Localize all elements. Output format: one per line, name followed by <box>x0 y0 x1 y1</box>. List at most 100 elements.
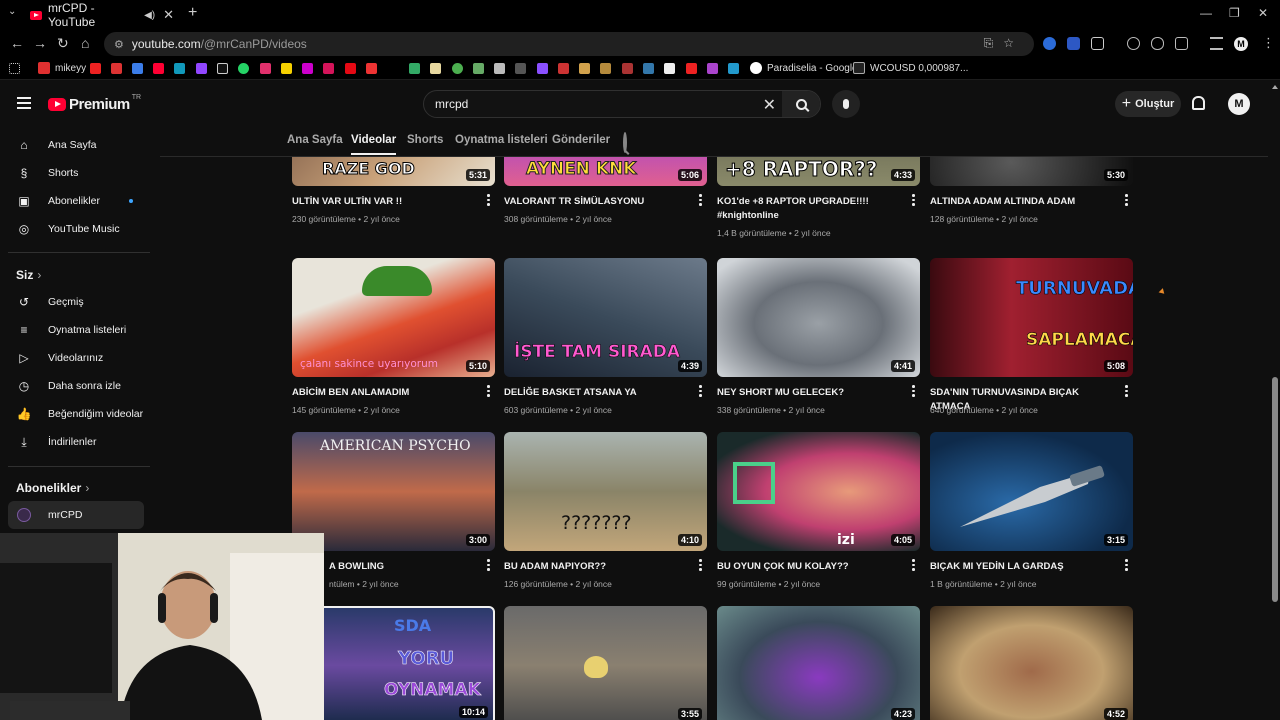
tab-videos[interactable]: Videolar <box>351 134 397 155</box>
bookmark-icon[interactable] <box>366 63 377 74</box>
bookmark-icon[interactable] <box>558 63 569 74</box>
search-button[interactable] <box>782 91 820 117</box>
video-thumbnail[interactable]: RAZE GOD 5:31 <box>292 157 495 186</box>
video-thumbnail[interactable]: AYNEN KNK 5:06 <box>504 157 707 186</box>
video-card[interactable]: izi 4:05 BU OYUN ÇOK MU KOLAY?? 99 görün… <box>717 432 920 589</box>
video-card[interactable]: AYNEN KNK 5:06 VALORANT TR SİMÜLASYONU 3… <box>504 157 707 224</box>
video-thumbnail[interactable]: İŞTE TAM SIRADA 4:39 <box>504 258 707 377</box>
reload-button[interactable]: ↻ <box>57 35 69 52</box>
browser-tab-youtube[interactable]: mrCPD - YouTube ◀) ✕ <box>22 1 182 29</box>
whatsapp-icon[interactable] <box>238 63 249 74</box>
bookmark-icon[interactable] <box>707 63 718 74</box>
forward-button[interactable]: → <box>33 35 47 51</box>
bookmark-icon[interactable] <box>90 63 101 74</box>
x-icon[interactable] <box>217 63 228 74</box>
netflix-icon[interactable] <box>345 63 356 74</box>
bookmark-mikeyy[interactable]: mikeyy <box>38 62 86 74</box>
media-controls-icon[interactable] <box>1210 37 1223 50</box>
video-card[interactable]: 3:15 BIÇAK MI YEDİN LA GARDAŞ 1 B görünt… <box>930 432 1133 589</box>
tab-playlists[interactable]: Oynatma listeleri <box>455 134 548 146</box>
bookmark-paradiselia[interactable]: Paradiselia - Google... <box>750 62 866 74</box>
video-title[interactable]: BU OYUN ÇOK MU KOLAY?? <box>717 560 902 574</box>
video-card[interactable]: 4:23 <box>717 606 920 720</box>
video-card[interactable]: 4:41 NEY SHORT MU GELECEK? 338 görüntüle… <box>717 258 920 415</box>
video-options-icon[interactable] <box>698 385 702 399</box>
video-card[interactable]: TURNUVADA SAPLAMACA 5:08 SDA'NIN TURNUVA… <box>930 258 1133 415</box>
extension-icon[interactable] <box>1067 37 1080 50</box>
bookmark-icon[interactable] <box>132 63 143 74</box>
video-title[interactable]: NEY SHORT MU GELECEK? <box>717 386 902 400</box>
bookmark-icon[interactable] <box>515 63 526 74</box>
apps-grid-icon[interactable] <box>9 63 20 74</box>
video-title[interactable]: ULTİN VAR ULTİN VAR !! <box>292 195 477 209</box>
bookmark-icon[interactable] <box>430 63 441 74</box>
video-title[interactable]: BU ADAM NAPIYOR?? <box>504 560 689 574</box>
clear-search-icon[interactable]: ✕ <box>763 95 776 115</box>
key-icon[interactable] <box>1127 37 1140 50</box>
bookmark-icon[interactable] <box>302 63 313 74</box>
video-thumbnail[interactable]: 5:30 <box>930 157 1133 186</box>
create-button[interactable]: + Oluştur <box>1115 91 1181 117</box>
video-options-icon[interactable] <box>486 559 490 573</box>
close-window-button[interactable]: ✕ <box>1258 6 1268 20</box>
bookmark-icon[interactable] <box>686 63 697 74</box>
video-thumbnail[interactable]: +8 RAPTOR?? 4:33 <box>717 157 920 186</box>
account-avatar[interactable]: M <box>1228 93 1250 115</box>
bookmark-icon[interactable] <box>643 63 654 74</box>
video-options-icon[interactable] <box>911 559 915 573</box>
channel-search-button[interactable] <box>623 132 627 153</box>
tab-posts[interactable]: Gönderiler <box>552 134 610 146</box>
extension-icon[interactable] <box>1043 37 1056 50</box>
search-input[interactable]: mrcpd ✕ <box>423 90 821 118</box>
video-card[interactable]: çalanı sakince uyarıyorum 5:10 ABİCİM BE… <box>292 258 495 415</box>
page-scrollbar[interactable] <box>1270 80 1280 720</box>
bookmark-icon[interactable] <box>174 63 185 74</box>
maps-icon[interactable] <box>452 63 463 74</box>
close-tab-icon[interactable]: ✕ <box>163 7 174 23</box>
video-options-icon[interactable] <box>698 194 702 208</box>
minimize-button[interactable]: — <box>1200 6 1212 20</box>
video-title[interactable]: ALTINDA ADAM ALTINDA ADAM <box>930 195 1115 209</box>
video-thumbnail[interactable]: 4:23 <box>717 606 920 720</box>
video-card[interactable]: ??????? 4:10 BU ADAM NAPIYOR?? 126 görün… <box>504 432 707 589</box>
video-title[interactable]: VALORANT TR SİMÜLASYONU <box>504 195 689 209</box>
extensions-puzzle-icon[interactable] <box>1091 37 1104 50</box>
bookmark-icon[interactable] <box>473 63 484 74</box>
home-button[interactable]: ⌂ <box>81 35 89 51</box>
video-thumbnail[interactable]: izi 4:05 <box>717 432 920 551</box>
video-title[interactable]: DELİĞE BASKET ATSANA YA <box>504 386 689 400</box>
video-card[interactable]: 4:52 <box>930 606 1133 720</box>
video-title[interactable]: KO1'de +8 RAPTOR UPGRADE!!!! #knightonli… <box>717 195 902 223</box>
video-options-icon[interactable] <box>1124 194 1128 208</box>
install-and-bookmark-star-icon[interactable]: ⎘☆ <box>984 36 1024 51</box>
twitch-icon[interactable] <box>196 63 207 74</box>
tab-home[interactable]: Ana Sayfa <box>287 134 343 146</box>
youtube-premium-logo[interactable]: Premium TR <box>48 94 141 113</box>
translate-icon[interactable] <box>1175 37 1188 50</box>
video-options-icon[interactable] <box>486 194 490 208</box>
bookmark-icon[interactable] <box>579 63 590 74</box>
gmail-icon[interactable] <box>111 63 122 74</box>
video-card[interactable]: 5:30 ALTINDA ADAM ALTINDA ADAM 128 görün… <box>930 157 1133 224</box>
video-thumbnail[interactable]: TURNUVADA SAPLAMACA 5:08 <box>930 258 1133 377</box>
link-icon[interactable] <box>1151 37 1164 50</box>
video-options-icon[interactable] <box>1124 385 1128 399</box>
site-info-icon[interactable]: ⚙ <box>114 38 124 51</box>
bookmark-icon[interactable] <box>409 63 420 74</box>
video-options-icon[interactable] <box>911 194 915 208</box>
notifications-bell-icon[interactable] <box>1192 96 1205 110</box>
video-options-icon[interactable] <box>698 559 702 573</box>
video-title[interactable]: ABİCİM BEN ANLAMADIM <box>292 386 477 400</box>
video-card[interactable]: 3:55 <box>504 606 707 720</box>
audio-playing-icon[interactable]: ◀) <box>144 10 155 21</box>
video-thumbnail[interactable]: 4:52 <box>930 606 1133 720</box>
bookmark-icon[interactable] <box>494 63 505 74</box>
instagram-icon[interactable] <box>260 63 271 74</box>
bookmark-icon[interactable] <box>622 63 633 74</box>
restore-button[interactable]: ❐ <box>1229 6 1240 20</box>
video-options-icon[interactable] <box>911 385 915 399</box>
video-card[interactable]: +8 RAPTOR?? 4:33 KO1'de +8 RAPTOR UPGRAD… <box>717 157 920 238</box>
video-card[interactable]: RAZE GOD 5:31 ULTİN VAR ULTİN VAR !! 230… <box>292 157 495 224</box>
new-tab-button[interactable]: + <box>188 4 197 22</box>
tab-search-chevron-icon[interactable]: ⌄ <box>8 6 16 17</box>
